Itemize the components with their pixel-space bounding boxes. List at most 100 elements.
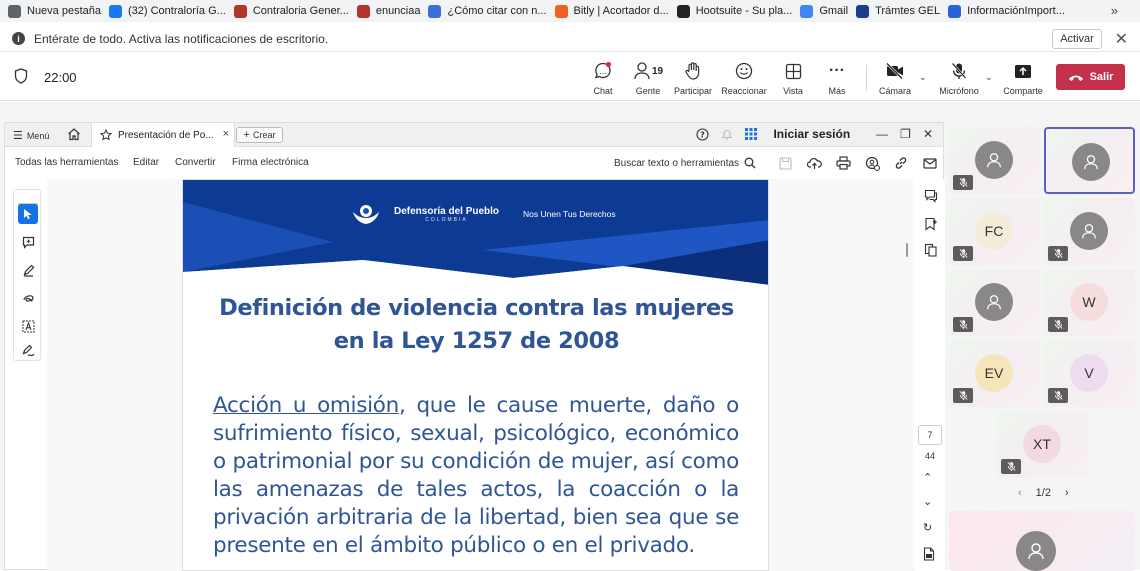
bookmark-item[interactable]: Hootsuite - Su pla... [676,0,801,22]
camera-button[interactable]: Cámara [878,60,912,96]
search-tools-field[interactable]: Buscar texto o herramientas [614,157,756,169]
next-page-chevron-down-icon[interactable]: ⌄ [923,495,932,508]
bookmark-item[interactable]: enunciaa [356,0,429,22]
rotate-icon[interactable]: ↻ [923,521,932,534]
upload-cloud-icon[interactable] [806,155,822,171]
participant-initials: V [1070,354,1108,392]
search-tools-label: Buscar texto o herramientas [614,157,740,169]
share-user-icon[interactable] [864,155,880,171]
bookmark-item[interactable]: Bitly | Acortador d... [554,0,677,22]
muted-mic-icon [953,175,973,190]
gallery-next-chevron-icon[interactable]: › [1065,487,1069,499]
people-button[interactable]: 19 Gente [633,60,663,96]
participant-tile[interactable] [1044,198,1135,265]
convert-menu[interactable]: Convertir [175,157,216,168]
select-tool-button[interactable] [18,204,38,224]
self-view-tile[interactable] [949,511,1135,571]
text-box-tool-button[interactable] [18,316,38,336]
bookmark-item[interactable]: ¿Cómo citar con n... [428,0,554,22]
mic-options-chevron-icon[interactable]: ⌄ [985,72,993,83]
restore-icon[interactable]: ❐ [900,127,911,141]
gallery-prev-chevron-icon[interactable]: ‹ [1018,487,1022,499]
participant-tile[interactable]: W [1044,269,1135,336]
highlight-tool-button[interactable] [18,260,38,280]
slide-title-line-1: Definición de violencia contra las mujer… [219,295,734,321]
chat-button[interactable]: … Chat [592,60,614,96]
toolbar-divider [866,65,867,91]
self-avatar-icon [1016,531,1056,571]
view-button[interactable]: Vista [782,60,804,96]
window-close-icon[interactable]: ✕ [923,127,933,141]
slide-banner [183,180,768,290]
participant-tile[interactable]: EV [949,340,1040,407]
tab-close-icon[interactable]: × [223,128,229,140]
apps-grid-icon[interactable] [745,128,758,140]
camera-off-icon [885,60,905,82]
link-icon[interactable] [893,155,909,171]
save-icon[interactable] [777,155,793,171]
acrobat-right-rail [915,179,945,571]
bookmark-item[interactable]: Trámtes GEL [856,0,948,22]
participant-tile[interactable] [949,127,1040,194]
camera-options-chevron-icon[interactable]: ⌄ [919,72,927,83]
draw-tool-button[interactable] [18,288,38,308]
sign-tool-button[interactable] [18,340,38,360]
document-export-icon[interactable] [923,547,935,561]
participant-tile[interactable] [1044,127,1135,194]
comment-tool-button[interactable] [18,232,38,252]
more-button[interactable]: ··· Más [826,60,848,96]
bookmark-item[interactable]: Nueva pestaña [8,0,109,22]
bookmark-item[interactable]: InformaciónImport... [948,0,1073,22]
current-page-input[interactable]: 7 [918,425,942,445]
freehand-icon [22,294,34,302]
share-button[interactable]: Comparte [1003,60,1043,96]
create-button[interactable]: + Crear [236,127,283,143]
raise-hand-button[interactable]: Participar [673,60,713,96]
more-label: Más [828,86,846,96]
muted-mic-icon [1048,246,1068,261]
previous-page-chevron-up-icon[interactable]: ⌃ [923,471,932,484]
print-icon[interactable] [835,155,851,171]
acrobat-menu-button[interactable]: ☰ Menú [13,129,49,142]
tab-presentation[interactable]: Presentación de Po... × [91,123,235,147]
email-icon[interactable] [922,155,938,171]
participant-tile[interactable]: V [1044,340,1135,407]
participants-count: 19 [651,65,664,77]
comments-panel-icon[interactable] [924,189,938,203]
react-label: Reaccionar [721,86,767,96]
slide-title: Definición de violencia contra las mujer… [183,292,768,358]
vertical-scrollbar[interactable] [906,243,908,257]
shield-icon [14,68,28,84]
bookmark-label: Nueva pestaña [27,5,101,17]
leave-button[interactable]: Salir [1056,64,1125,90]
bookmark-item[interactable]: Contraloria Gener... [233,0,357,22]
participant-tile[interactable] [949,269,1040,336]
esign-menu[interactable]: Firma electrónica [232,157,309,168]
microphone-button[interactable]: Micrófono [937,60,981,96]
participant-tile[interactable]: XT [997,411,1088,478]
minimize-icon[interactable]: — [876,127,888,141]
all-tools-menu[interactable]: Todas las herramientas [15,157,118,168]
sign-in-button[interactable]: Iniciar sesión [773,127,850,141]
bookmarks-overflow-icon[interactable]: » [1111,3,1118,18]
activate-notifications-button[interactable]: Activar [1052,29,1102,49]
participant-tile[interactable]: FC [949,198,1040,265]
bell-icon[interactable] [721,128,733,141]
bookmark-panel-icon[interactable] [924,217,938,231]
bookmark-label: ¿Cómo citar con n... [447,5,547,17]
bookmark-item[interactable]: Gmail [800,0,856,22]
info-icon: i [12,32,25,45]
edit-menu[interactable]: Editar [133,157,159,168]
react-button[interactable]: Reaccionar [721,60,767,96]
muted-mic-icon [953,388,973,403]
participant-avatar-icon [1070,212,1108,250]
shared-acrobat-window: ☰ Menú Presentación de Po... × + Crear ?… [4,122,945,571]
close-icon[interactable]: ✕ [1115,29,1128,49]
bookmark-item[interactable]: (32) Contraloría G... [109,0,234,22]
help-icon[interactable]: ? [696,127,710,141]
home-icon[interactable] [67,127,81,141]
pages-panel-icon[interactable] [924,243,938,257]
muted-mic-icon [953,317,973,332]
acrobat-quick-actions [777,155,938,171]
pdf-viewport[interactable]: Defensoría del Pueblo COLOMBIA Nos Unen … [47,179,913,571]
